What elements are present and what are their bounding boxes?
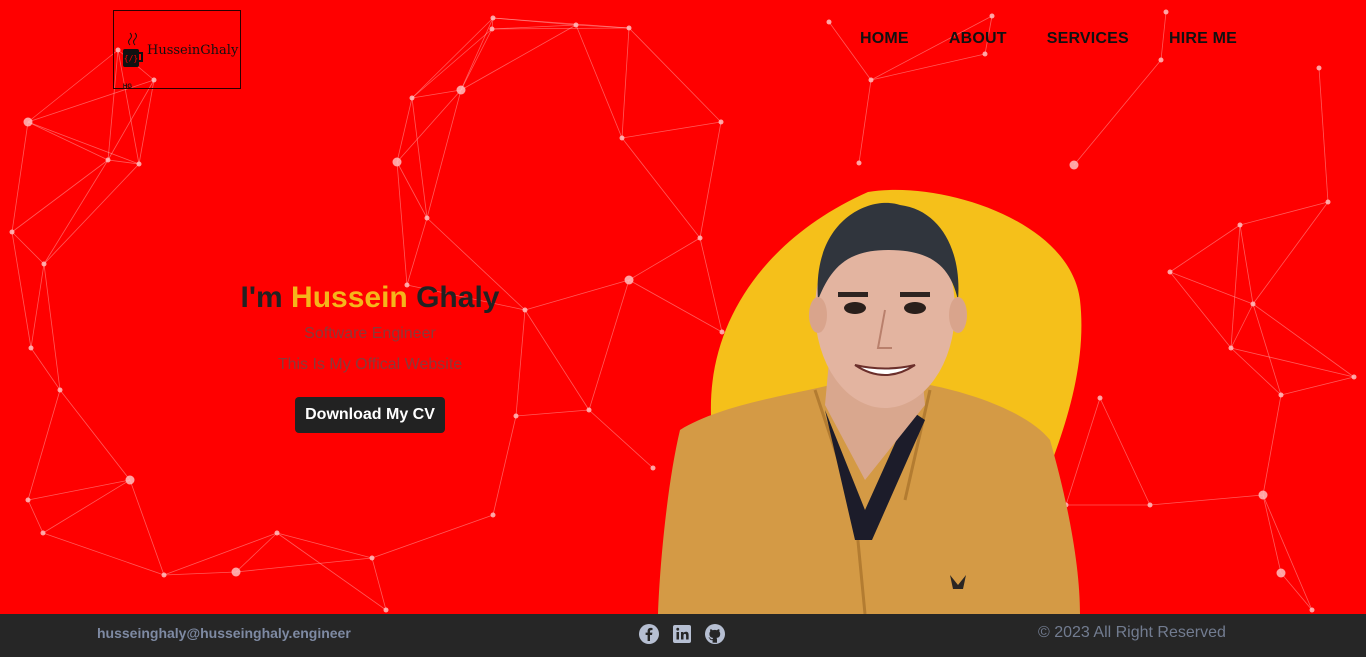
social-links <box>639 624 725 644</box>
footer-copyright: © 2023 All Right Reserved <box>1038 624 1226 641</box>
hero-title: I'm Hussein Ghaly <box>170 281 570 315</box>
footer: husseinghaly@husseinghaly.engineer © 202… <box>0 614 1366 657</box>
nav-about[interactable]: ABOUT <box>949 30 1007 48</box>
hero-subtitle: Software Engineer <box>304 325 436 342</box>
nav-home[interactable]: HOME <box>860 30 909 48</box>
svg-text:{/}: {/} <box>124 54 138 63</box>
profile-photo <box>658 189 1082 614</box>
facebook-icon[interactable] <box>639 624 659 644</box>
coffee-mug-logo-icon: {/} <box>123 32 143 67</box>
logo-text: HusseinGhaly <box>147 43 239 58</box>
footer-email[interactable]: husseinghaly@husseinghaly.engineer <box>97 625 351 641</box>
hero-last-name: Ghaly <box>416 281 500 314</box>
hero-intro: I'm <box>240 281 283 314</box>
logo-initials: HG <box>123 84 132 90</box>
hero-tagline: This Is My Offical Website <box>277 356 463 373</box>
nav-services[interactable]: SERVICES <box>1047 30 1129 48</box>
linkedin-icon[interactable] <box>672 624 692 644</box>
hero-section: I'm Hussein Ghaly Software Engineer This… <box>170 281 570 433</box>
github-icon[interactable] <box>705 624 725 644</box>
nav-hire-me[interactable]: HIRE ME <box>1169 30 1237 48</box>
download-cv-button[interactable]: Download My CV <box>295 397 445 433</box>
hero-first-name: Hussein <box>291 281 408 314</box>
main-nav: HOME ABOUT SERVICES HIRE ME <box>860 30 1277 48</box>
site-logo[interactable]: {/} HusseinGhaly HG <box>113 10 241 90</box>
